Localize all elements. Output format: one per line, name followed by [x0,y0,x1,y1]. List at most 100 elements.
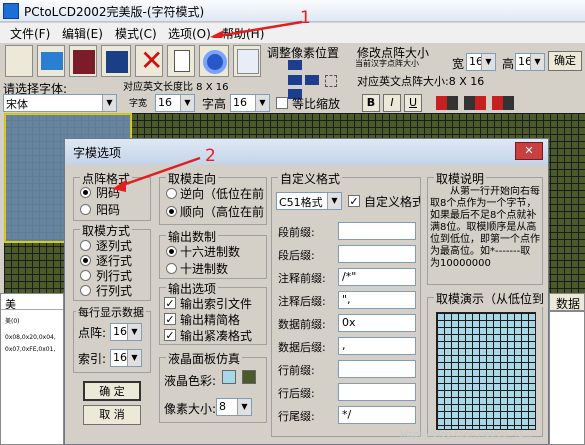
custom-row-input[interactable] [338,222,416,240]
radio-row-col-label: 行列式 [96,284,133,298]
demo-group: 取模演示（从低位到 [427,290,546,437]
new-icon[interactable] [5,45,33,77]
radio-negative[interactable] [80,187,91,198]
output-simple-checkbox[interactable]: ✓ [164,313,176,325]
radio-row[interactable] [80,255,91,266]
menu-file[interactable]: 文件(F) [10,25,50,42]
description-text: 从第一行开始向右每取8个点作为一个字节，如果最后不足8个点就补满8位。取模顺序是… [430,186,540,269]
cancel-button[interactable]: 取 消 [83,405,141,425]
char-width-label: 字宽 [129,99,148,109]
move-right-icon[interactable] [305,75,319,85]
code-line-1: 美(0) [5,318,20,325]
output-compact-checkbox[interactable]: ✓ [164,329,176,341]
lcd-group: 液晶面板仿真 液晶色彩: 像素大小: 8 ▼ [159,350,267,423]
height-label: 高 [502,57,515,71]
width-select[interactable]: 16 ▼ [466,53,496,71]
adjust-pixel-label: 调整像素位置 [267,46,340,60]
index-select[interactable]: 16 ▼ [110,349,142,367]
custom-format-group: 自定义格式 C51格式 ▼ ✓ 自定义格式 段前缀: 段后缀: 注释前缀: /*" 注释后… [271,170,421,437]
lcd-title: 液晶面板仿真 [166,350,243,367]
dot-count-label: 点阵: [78,326,107,340]
ok-button[interactable]: 确 定 [83,381,141,401]
radio-forward-label: 顺向（高位在前 [180,205,265,219]
annotation-label-2: 2 [205,146,216,166]
italic-button[interactable]: I [383,94,401,112]
font-select[interactable]: 宋体 ▼ [3,94,117,112]
chevron-down-icon: ▼ [255,95,269,111]
custom-format-checkbox[interactable]: ✓ [348,195,360,207]
center-icon[interactable] [325,75,337,87]
index-label: 索引: [78,352,107,366]
description-title: 取模说明 [434,170,487,187]
dot-count-select[interactable]: 16 ▼ [110,323,142,341]
char-width-select[interactable]: 16 ▼ [155,94,195,112]
custom-row-input[interactable]: , [338,337,416,355]
output-panel[interactable]: 美 美(0) 0x08,0x20,0x04, 0x07,0xFE,0x01, [0,293,64,445]
custom-row-input[interactable]: */ [338,406,416,424]
pixel-size-select[interactable]: 8 ▼ [216,398,252,416]
move-left-icon[interactable] [288,75,302,85]
annotation-label-1: 1 [300,8,311,28]
close-icon[interactable]: ✕ [515,142,543,160]
export-icon[interactable] [101,45,131,77]
custom-row-label: 行后缀: [278,387,315,400]
chevron-down-icon: ▼ [127,350,141,366]
bold-button[interactable]: B [362,94,380,112]
info-icon[interactable] [233,45,261,77]
open-icon[interactable] [37,45,65,77]
save-icon[interactable] [69,45,97,77]
gear-icon[interactable] [199,45,229,77]
proportional-checkbox[interactable] [276,97,288,109]
per-line-title: 每行显示数据 [76,304,146,320]
watermark: https://blog.csdn.net/qq_41... [400,430,533,440]
current-size-label: 当前汉字点阵大小 [355,59,419,68]
format-select[interactable]: C51格式 ▼ [276,192,342,210]
mirror-vertical-icon[interactable] [464,96,486,110]
radio-decimal[interactable] [166,263,177,274]
custom-row-label: 段后缀: [278,249,315,262]
custom-row-input[interactable] [338,383,416,401]
char-height-select[interactable]: 16 ▼ [230,94,270,112]
code-line-2: 0x08,0x20,0x04, [5,334,56,341]
underline-button[interactable]: U [404,94,422,112]
output-index-checkbox[interactable]: ✓ [164,297,176,309]
output-simple-label: 输出精简格 [180,313,241,327]
move-up-icon[interactable] [288,60,302,70]
radio-row-col[interactable] [80,285,91,296]
mode-group: 取模方式 逐列式 逐行式 列行式 行列式 [73,222,151,301]
lcd-color-fg[interactable] [222,370,236,384]
height-select[interactable]: 16 ▼ [515,53,545,71]
chevron-down-icon: ▼ [530,54,544,70]
custom-row-input[interactable]: ", [338,291,416,309]
lcd-color-bg[interactable] [242,370,256,384]
document-icon[interactable] [167,45,195,77]
custom-row-input[interactable]: 0x [338,314,416,332]
output-index-label: 输出索引文件 [180,297,253,311]
radio-positive[interactable] [80,204,91,215]
data-tab[interactable]: 数据 [549,293,585,311]
mirror-horizontal-icon[interactable] [436,96,458,110]
window-title: PCtoLCD2002完美版-(字符模式) [24,5,205,19]
custom-row-input[interactable]: /*" [338,268,416,286]
radio-col-row[interactable] [80,270,91,281]
font-size-info: 对应英文长度比 8 X 16 [123,82,229,93]
custom-format-title: 自定义格式 [278,170,343,187]
description-group: 取模说明 从第一行开始向右每取8个点作为一个字节，如果最后不足8个点就补满8位。… [427,170,543,285]
custom-row-label: 注释前缀: [278,272,326,285]
custom-row-label: 数据后缀: [278,341,326,354]
english-size-label: 对应英文点阵大小:8 X 16 [357,75,485,88]
custom-row-input[interactable] [338,360,416,378]
menu-mode[interactable]: 模式(C) [115,25,157,42]
radio-hex[interactable] [166,246,177,257]
delete-icon[interactable]: ✕ [135,44,163,77]
confirm-size-button[interactable]: 确定 [548,51,582,71]
demo-matrix [436,312,536,430]
custom-row-label: 行尾缀: [278,410,315,423]
radio-forward[interactable] [166,206,177,217]
rotate-icon[interactable] [492,96,514,110]
toolbar: ✕ 调整像素位置 修改点阵大小 当前汉字点阵大小 宽 16 ▼ 高 16 ▼ 确定 … [0,43,585,113]
data-panel [549,311,585,445]
custom-row-input[interactable] [338,245,416,263]
radio-column[interactable] [80,240,91,251]
menu-edit[interactable]: 编辑(E) [62,25,103,42]
